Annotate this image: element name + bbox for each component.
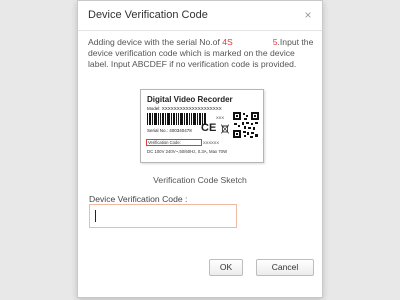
ok-button[interactable]: OK <box>209 259 243 276</box>
weee-bin-icon <box>221 124 229 134</box>
verification-code-input[interactable] <box>89 204 237 228</box>
label-small-text: XXX <box>216 115 225 120</box>
dialog-titlebar: Device Verification Code × <box>78 1 322 31</box>
dialog-message: Adding device with the serial No.of 4S 5.… <box>88 37 314 70</box>
qr-code-icon <box>233 112 259 138</box>
label-title: Digital Video Recorder <box>147 95 233 104</box>
cancel-button[interactable]: Cancel <box>256 259 314 276</box>
label-verification-code: XXXXXX <box>203 140 220 145</box>
sketch-caption: Verification Code Sketch <box>153 175 247 185</box>
label-spec-line: DC 100V 240V~,50/60Hz, 0.3A, Max 70W <box>147 149 228 154</box>
device-label-sketch: Digital Video Recorder Model: XXXXXXXXXX… <box>140 89 264 163</box>
label-serial: Serial No.: 400340478 <box>147 128 192 133</box>
label-verification-highlight: Verification Code: <box>146 139 202 146</box>
label-model: Model: XXXXXXXXXXXXXXXXXXXX <box>147 106 222 111</box>
text-caret <box>95 210 96 222</box>
serial-number: 4S 5 <box>222 37 278 47</box>
ce-mark-icon: CE <box>201 122 217 134</box>
verification-code-label: Device Verification Code : <box>89 194 188 204</box>
message-before: Adding device with the serial No.of <box>88 37 223 47</box>
dialog-title: Device Verification Code <box>88 9 208 21</box>
verification-dialog: Device Verification Code × Adding device… <box>77 0 323 298</box>
barcode-icon <box>147 113 206 125</box>
close-icon[interactable]: × <box>300 7 316 23</box>
